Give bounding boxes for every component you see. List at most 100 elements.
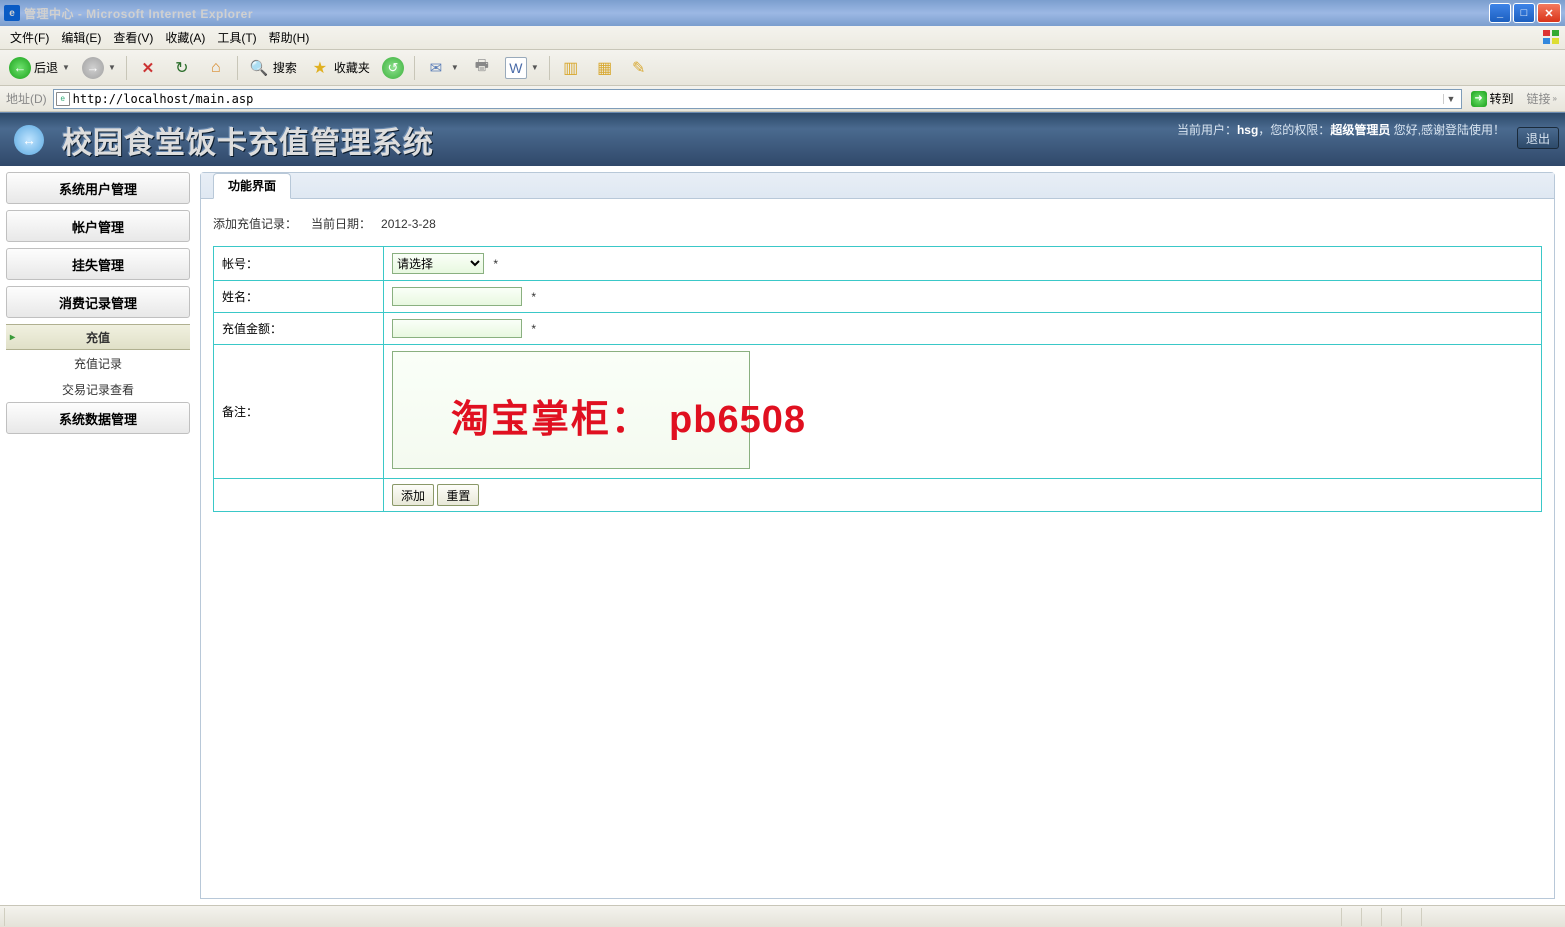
menu-tools[interactable]: 工具(T) <box>211 27 262 48</box>
mail-icon: ✉ <box>425 57 447 79</box>
tab-function[interactable]: 功能界面 <box>213 173 291 199</box>
sidebar-sub-recharge-log[interactable]: 充值记录 <box>6 350 190 376</box>
back-icon: ← <box>9 57 31 79</box>
status-zone <box>1421 908 1561 926</box>
tool-button[interactable]: ✎ <box>623 54 655 82</box>
sidebar-sub-recharge[interactable]: 充值 <box>6 324 190 350</box>
stop-icon: ✕ <box>137 57 159 79</box>
sidebar-item-data-mgmt[interactable]: 系统数据管理 <box>6 402 190 434</box>
favorites-button[interactable]: ★ 收藏夹 <box>304 54 375 82</box>
menu-edit[interactable]: 编辑(E) <box>55 27 107 48</box>
name-input[interactable] <box>392 287 522 306</box>
toolbar: ← 后退 ▼ → ▼ ✕ ↻ ⌂ 🔍 搜索 ★ 收藏夹 ↺ ✉▼ 🖶 W▼ ▥ … <box>0 50 1565 86</box>
folder1-button[interactable]: ▥ <box>555 54 587 82</box>
remark-textarea[interactable] <box>392 351 750 469</box>
reset-button[interactable]: 重置 <box>437 484 479 506</box>
links-label[interactable]: 链接 » <box>1523 90 1561 107</box>
back-button[interactable]: ← 后退 ▼ <box>4 54 75 82</box>
body: 系统用户管理 帐户管理 挂失管理 消费记录管理 充值 充值记录 交易记录查看 系… <box>0 166 1565 905</box>
page-icon: e <box>56 92 70 106</box>
logout-button[interactable]: 退出 <box>1517 127 1559 149</box>
sidebar-sub-tx-view[interactable]: 交易记录查看 <box>6 376 190 402</box>
app-logo-icon: ↔ <box>14 125 44 155</box>
menu-favorites[interactable]: 收藏(A) <box>159 27 211 48</box>
status-cell <box>1381 908 1401 926</box>
forward-icon: → <box>82 57 104 79</box>
refresh-button[interactable]: ↻ <box>166 54 198 82</box>
label-remark: 备注： <box>214 345 384 479</box>
separator <box>126 56 127 80</box>
edit-icon: W <box>505 57 527 79</box>
menu-file[interactable]: 文件(F) <box>4 27 55 48</box>
ie-flag-icon <box>1541 28 1561 46</box>
form-table: 帐号： 请选择 * 姓名： * 充值金额： <box>213 246 1542 512</box>
sidebar-item-user-mgmt[interactable]: 系统用户管理 <box>6 172 190 204</box>
folder2-button[interactable]: ▦ <box>589 54 621 82</box>
label-account: 帐号： <box>214 247 384 281</box>
window-title: 管理中心 - Microsoft Internet Explorer <box>24 5 1489 22</box>
status-cell <box>1341 908 1361 926</box>
refresh-icon: ↻ <box>171 57 193 79</box>
amount-input[interactable] <box>392 319 522 338</box>
date-label: 当前日期： <box>311 215 371 232</box>
edit-button[interactable]: W▼ <box>500 54 544 82</box>
search-label: 搜索 <box>273 59 297 76</box>
go-button[interactable]: ➜ 转到 <box>1466 89 1519 109</box>
sidebar-item-account-mgmt[interactable]: 帐户管理 <box>6 210 190 242</box>
tool-icon: ✎ <box>628 57 650 79</box>
label-empty <box>214 479 384 512</box>
account-select[interactable]: 请选择 <box>392 253 484 274</box>
label-amount: 充值金额： <box>214 313 384 345</box>
user-info: 当前用户：hsg，您的权限：超级管理员 您好,感谢登陆使用！ <box>1177 121 1505 138</box>
stop-button[interactable]: ✕ <box>132 54 164 82</box>
minimize-button[interactable]: _ <box>1489 3 1511 23</box>
search-button[interactable]: 🔍 搜索 <box>243 54 302 82</box>
menu-bar: 文件(F) 编辑(E) 查看(V) 收藏(A) 工具(T) 帮助(H) <box>0 26 1565 50</box>
history-button[interactable]: ↺ <box>377 54 409 82</box>
status-cell <box>1361 908 1381 926</box>
menu-help[interactable]: 帮助(H) <box>263 27 316 48</box>
forward-button[interactable]: → ▼ <box>77 54 121 82</box>
back-label: 后退 <box>34 59 58 76</box>
sidebar-item-loss-mgmt[interactable]: 挂失管理 <box>6 248 190 280</box>
main: 功能界面 添加充值记录： 当前日期： 2012-3-28 帐号： 请选择 * 姓… <box>194 166 1565 905</box>
go-label: 转到 <box>1490 90 1514 107</box>
required-mark: * <box>531 322 536 336</box>
folder-icon: ▦ <box>594 57 616 79</box>
address-input[interactable] <box>73 92 1440 106</box>
chevron-down-icon: ▼ <box>451 63 459 72</box>
history-icon: ↺ <box>382 57 404 79</box>
status-cell <box>1401 908 1421 926</box>
tab-strip: 功能界面 <box>201 173 1554 199</box>
go-icon: ➜ <box>1471 91 1487 107</box>
menu-view[interactable]: 查看(V) <box>107 27 159 48</box>
cell-buttons: 添加 重置 <box>384 479 1542 512</box>
add-button[interactable]: 添加 <box>392 484 434 506</box>
home-icon: ⌂ <box>205 57 227 79</box>
cell-account: 请选择 * <box>384 247 1542 281</box>
home-button[interactable]: ⌂ <box>200 54 232 82</box>
address-dropdown[interactable]: ▼ <box>1443 94 1459 104</box>
print-button[interactable]: 🖶 <box>466 54 498 82</box>
window-buttons: _ □ ✕ <box>1489 3 1561 23</box>
chevron-down-icon: ▼ <box>108 63 116 72</box>
sidebar-item-consume-mgmt[interactable]: 消费记录管理 <box>6 286 190 318</box>
required-mark: * <box>493 257 498 271</box>
print-icon: 🖶 <box>471 57 493 79</box>
mail-button[interactable]: ✉▼ <box>420 54 464 82</box>
separator <box>549 56 550 80</box>
separator <box>414 56 415 80</box>
cell-remark <box>384 345 1542 479</box>
app-title: 校园食堂饭卡充值管理系统 <box>62 118 434 162</box>
form-header: 添加充值记录： 当前日期： 2012-3-28 <box>213 215 1542 232</box>
separator <box>237 56 238 80</box>
address-bar: 地址(D) e ▼ ➜ 转到 链接 » <box>0 86 1565 112</box>
date-value: 2012-3-28 <box>381 217 436 231</box>
folder-icon: ▥ <box>560 57 582 79</box>
maximize-button[interactable]: □ <box>1513 3 1535 23</box>
status-bar <box>0 905 1565 927</box>
close-button[interactable]: ✕ <box>1537 3 1561 23</box>
sidebar: 系统用户管理 帐户管理 挂失管理 消费记录管理 充值 充值记录 交易记录查看 系… <box>0 166 194 905</box>
address-input-wrap[interactable]: e ▼ <box>53 89 1462 109</box>
star-icon: ★ <box>309 57 331 79</box>
